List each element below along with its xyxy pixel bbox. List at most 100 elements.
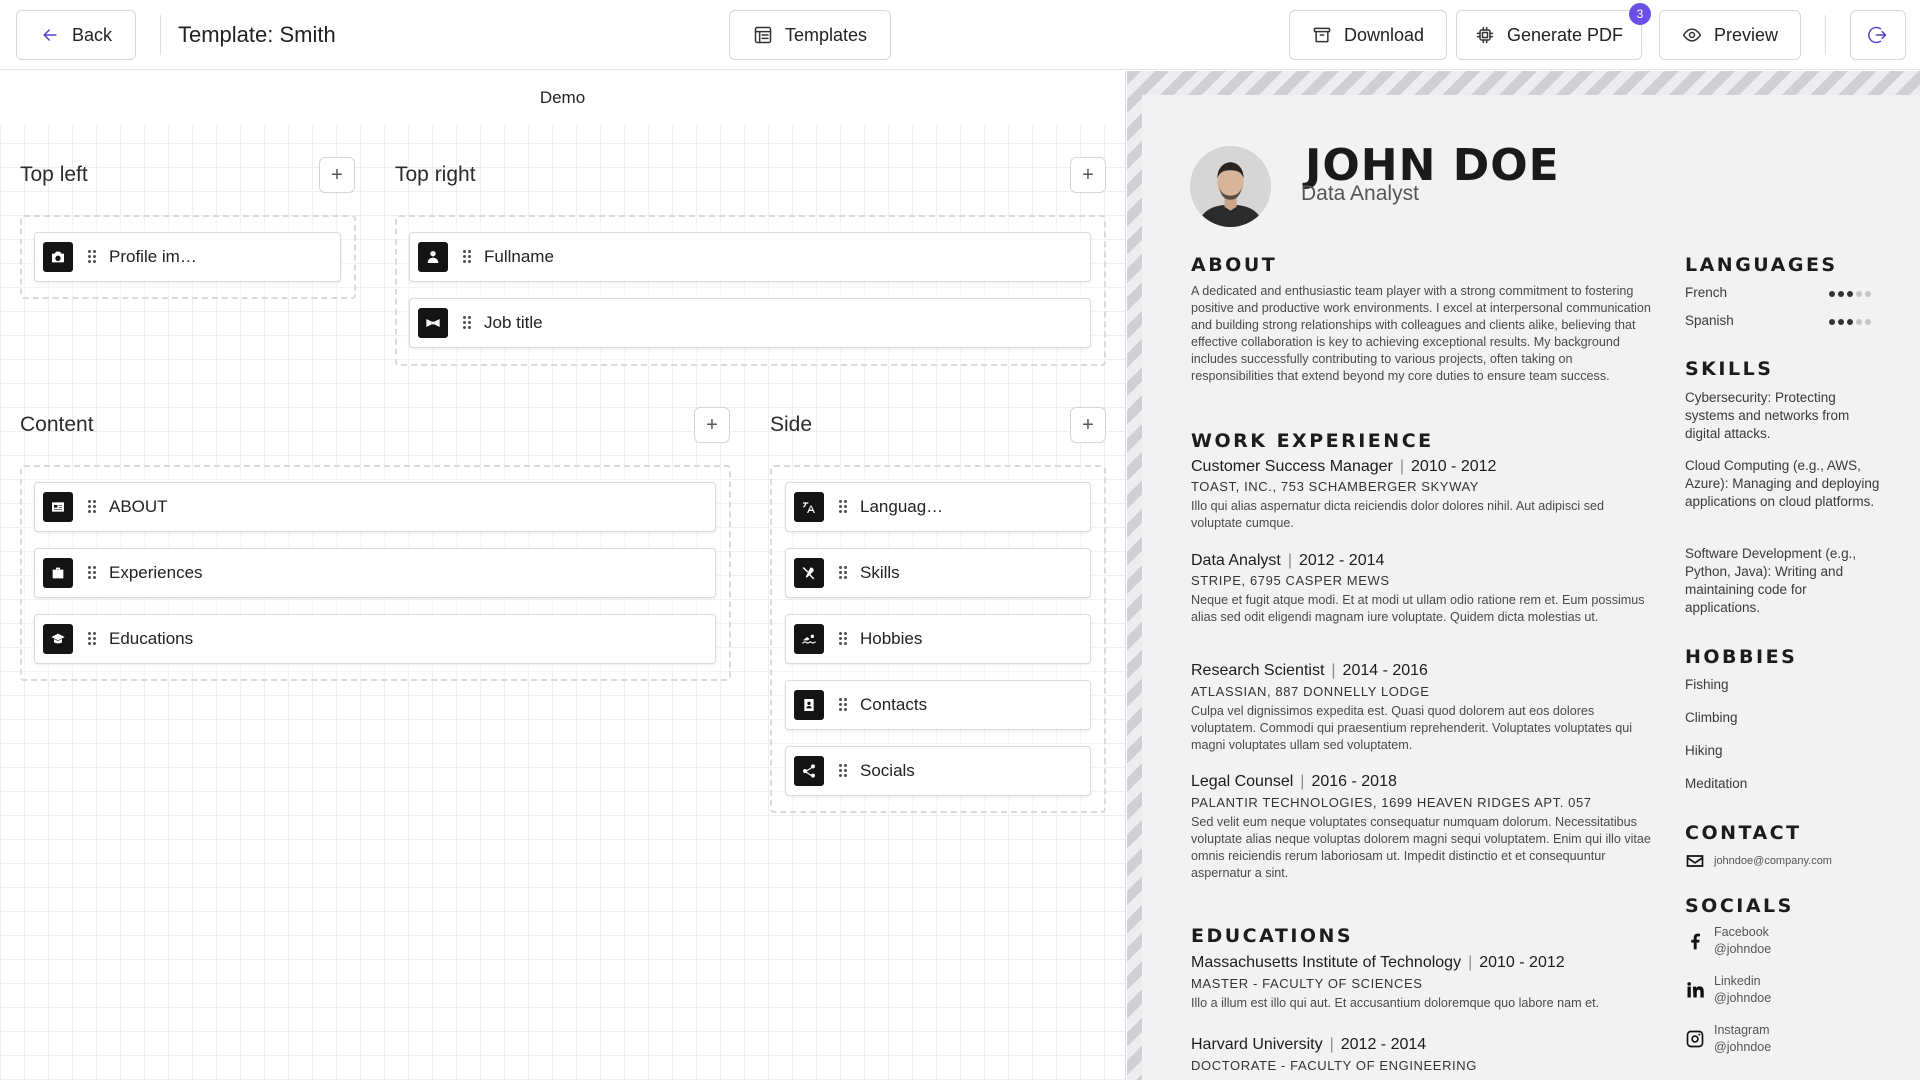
archive-icon [1313,27,1331,43]
block-languages[interactable]: Languag… [785,482,1091,532]
generate-pdf-button[interactable]: Generate PDF [1456,10,1642,60]
generate-pdf-button-label: Generate PDF [1506,24,1624,45]
drag-handle[interactable] [838,499,848,515]
level-dot-filled [1847,319,1853,325]
drag-handle[interactable] [87,249,97,265]
hobby-item: Hiking [1685,743,1723,758]
swimmer-icon [794,624,824,654]
logout-icon [1868,26,1887,44]
language-level-dots [1829,291,1871,297]
resume-hobbies-heading: HOBBIES [1685,646,1798,668]
drag-handle[interactable] [838,631,848,647]
resume-about-heading: ABOUT [1191,254,1278,276]
back-button[interactable]: Back [16,10,136,60]
address-book-icon [794,690,824,720]
education-dates: 2010 - 2012 [1479,954,1565,971]
add-block-top-left-button[interactable]: + [319,157,355,193]
top-toolbar: Back Template: Smith Templates Download … [0,0,1920,70]
social-network: Facebook [1714,925,1769,939]
block-fullname[interactable]: Fullname [409,232,1091,282]
profile-photo [1190,146,1271,227]
user-icon [418,242,448,272]
block-label: Job title [484,313,543,332]
separator: | [1287,552,1292,569]
education-school: Massachusetts Institute of Technology | 20… [1191,954,1565,972]
level-dot-filled [1847,291,1853,297]
block-label: Skills [860,563,900,582]
separator: | [1468,954,1473,971]
experience-description: Sed velit eum neque voluptates consequat… [1191,815,1651,880]
education-school: Harvard University | 2012 - 2014 [1191,1036,1426,1054]
eye-icon [1682,28,1702,42]
separator: | [1329,1036,1334,1053]
language-level-dots [1829,319,1871,325]
social-handle: @johndoe [1714,942,1772,956]
templates-button-label: Templates [784,24,868,45]
block-label: Languag… [860,497,944,516]
skill-item: Software Development (e.g., Python, Java… [1685,546,1857,615]
block-label: Socials [860,761,915,780]
toolbar-divider [160,15,161,55]
separator: | [1300,773,1305,790]
block-contacts[interactable]: Contacts [785,680,1091,730]
linkedin-icon [1685,980,1705,1000]
translate-icon [794,492,824,522]
back-button-label: Back [71,24,113,45]
block-skills[interactable]: Skills [785,548,1091,598]
chip-icon [1476,26,1494,44]
level-dot-filled [1838,291,1844,297]
social-handle: @johndoe [1714,991,1772,1005]
add-block-content-button[interactable]: + [694,407,730,443]
experience-company: STRIPE, 6795 CASPER MEWS [1191,573,1390,588]
social-entry: Linkedin @johndoe [1714,973,1771,1007]
block-job-title[interactable]: Job title [409,298,1091,348]
block-profile-image[interactable]: Profile im… [34,232,341,282]
page-title: Template: Smith [178,22,336,47]
drag-handle[interactable] [87,499,97,515]
level-dot-empty [1856,291,1862,297]
education-degree: DOCTORATE - FACULTY OF ENGINEERING [1191,1058,1477,1073]
drag-handle[interactable] [462,249,472,265]
section-title-content: Content [20,413,94,436]
block-label: Profile im… [109,247,197,266]
drag-handle[interactable] [462,315,472,331]
experience-company: PALANTIR TECHNOLOGIES, 1699 HEAVEN RIDGE… [1191,795,1592,810]
drag-handle[interactable] [838,697,848,713]
block-experiences[interactable]: Experiences [34,548,716,598]
contact-email: johndoe@company.com [1714,855,1832,867]
social-handle: @johndoe [1714,1040,1772,1054]
id-card-icon [43,492,73,522]
arrow-left-icon [43,29,57,41]
language-name: French [1685,285,1728,300]
preview-button[interactable]: Preview [1659,10,1801,60]
experience-role-title: Research Scientist [1191,662,1325,679]
add-block-top-right-button[interactable]: + [1070,157,1106,193]
education-school-name: Massachusetts Institute of Technology [1191,954,1462,971]
section-title-top-right: Top right [395,163,476,186]
hobby-item: Meditation [1685,776,1748,791]
block-socials[interactable]: Socials [785,746,1091,796]
drag-handle[interactable] [838,565,848,581]
drag-handle[interactable] [87,631,97,647]
demo-label: Demo [0,71,1125,125]
block-hobbies[interactable]: Hobbies [785,614,1091,664]
block-about[interactable]: ABOUT [34,482,716,532]
bowtie-icon [418,308,448,338]
level-dot-empty [1865,291,1871,297]
hobby-item: Climbing [1685,710,1738,725]
add-block-side-button[interactable]: + [1070,407,1106,443]
social-entry: Instagram @johndoe [1714,1022,1771,1056]
download-button[interactable]: Download [1289,10,1447,60]
drag-handle[interactable] [838,763,848,779]
experience-role: Research Scientist | 2014 - 2016 [1191,662,1428,680]
templates-button[interactable]: Templates [729,10,891,60]
logout-button[interactable] [1850,10,1906,60]
block-label: Fullname [484,247,554,266]
block-label: Educations [109,629,194,648]
block-educations[interactable]: Educations [34,614,716,664]
experience-dates: 2010 - 2012 [1411,458,1497,475]
drag-handle[interactable] [87,565,97,581]
resume-about-text: A dedicated and enthusiastic team player… [1191,284,1651,383]
camera-icon [43,242,73,272]
skill-item: Cybersecurity: Protecting systems and ne… [1685,390,1850,441]
